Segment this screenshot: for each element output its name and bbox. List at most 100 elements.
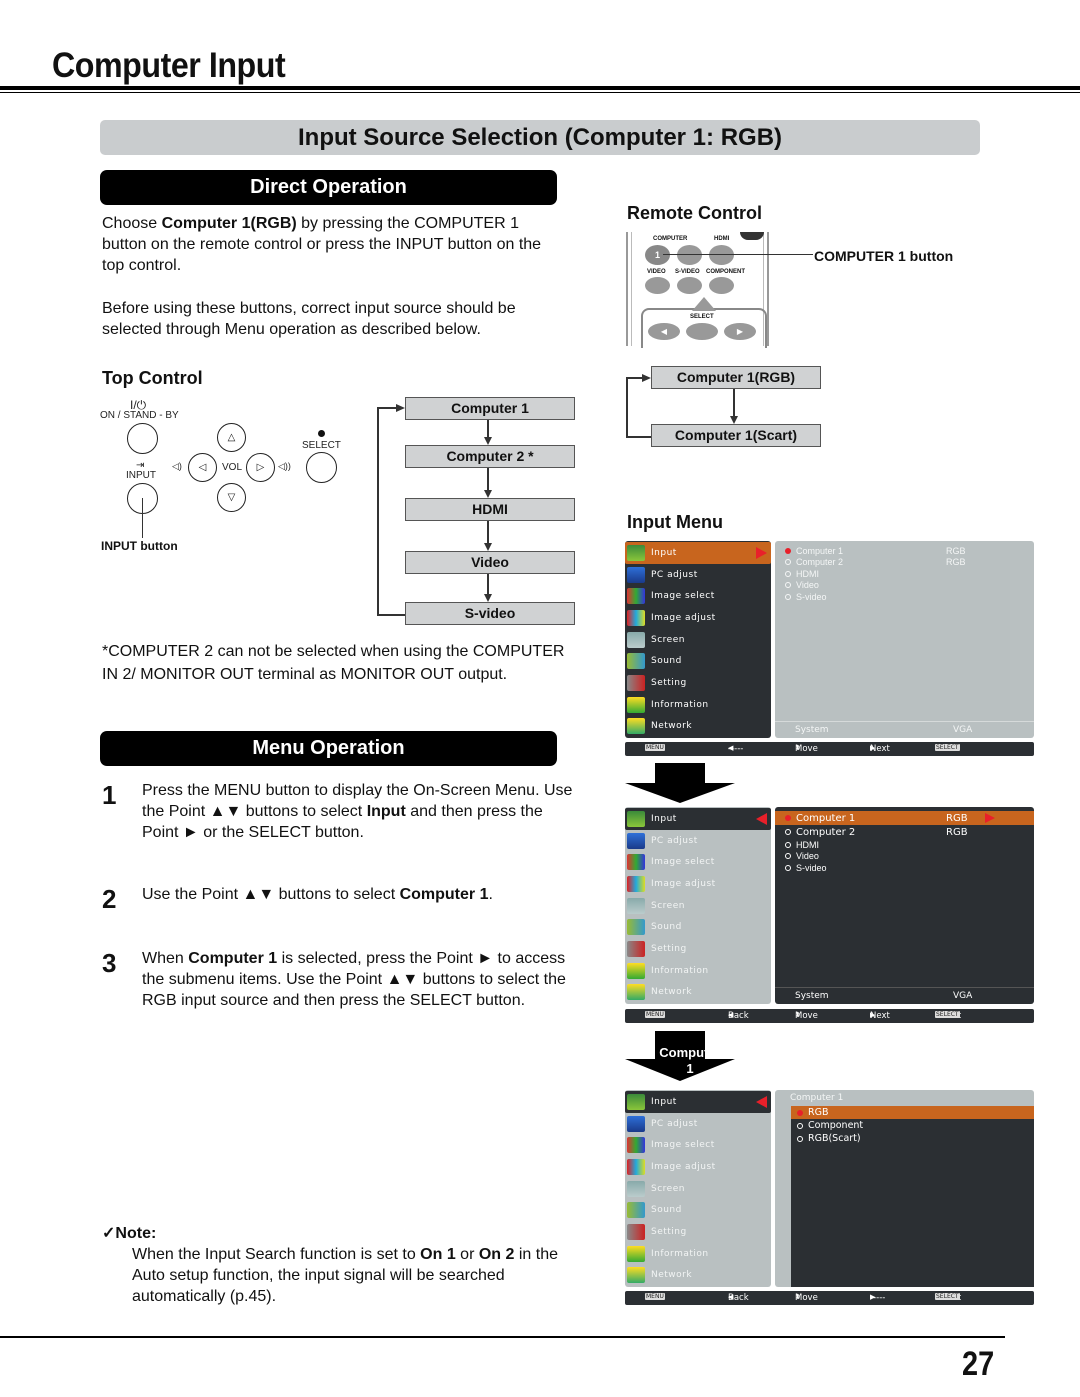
step-text: Use the Point ▲▼ buttons to select Compu…	[142, 884, 577, 905]
source-item[interactable]: Computer 1 RGB	[775, 545, 1034, 557]
pointer-right-icon	[985, 813, 995, 823]
computer-1-key[interactable]: 1	[645, 245, 670, 265]
source-signal: RGB	[946, 826, 968, 838]
remote-edge	[767, 232, 769, 346]
osd-menu-item-screen[interactable]: Screen	[625, 629, 771, 651]
osd-menu-label: Image adjust	[651, 612, 716, 623]
source-item[interactable]: S-video	[775, 862, 1034, 874]
osd-menu-item-pc-adjust[interactable]: PC adjust	[625, 564, 771, 586]
source-item[interactable]: HDMI	[775, 568, 1034, 580]
left-button[interactable]: ◁	[188, 453, 217, 482]
menu-key-icon: MENU	[645, 1293, 665, 1300]
osd-menu-item-pc-adjust[interactable]: PC adjust	[625, 830, 771, 852]
osd-help-item: ◀ -----	[728, 744, 743, 754]
source-item[interactable]: Computer 1 RGB	[775, 811, 1034, 825]
osd-menu-label: Information	[651, 1248, 709, 1259]
direct-para-1: Choose Computer 1(RGB) by pressing the C…	[102, 213, 567, 276]
osd-menu-item-image-select[interactable]: Image select	[625, 1134, 771, 1156]
key-label: 1	[654, 250, 660, 260]
osd-submenu-panel: Computer 1 RGB Component RGB(Scart)	[775, 1090, 1034, 1287]
component-key[interactable]	[709, 277, 734, 294]
hdmi-key[interactable]	[709, 245, 734, 265]
source-item[interactable]: S-video	[775, 591, 1034, 603]
video-key[interactable]	[645, 277, 670, 294]
up-key[interactable]	[692, 297, 716, 311]
osd-menu-item-image-select[interactable]: Image select	[625, 851, 771, 873]
osd-menu-item-image-adjust[interactable]: Image adjust	[625, 873, 771, 895]
osd-menu-item-setting[interactable]: Setting	[625, 1221, 771, 1243]
image-select-icon	[627, 1137, 645, 1154]
osd-help-bar: MENUExit ◀----- ⬍Move ▶Next SELECTNext	[625, 742, 1034, 756]
right-button[interactable]: ▷	[246, 453, 275, 482]
section-title: Input Source Selection (Computer 1: RGB)	[100, 120, 980, 155]
step-number: 2	[102, 884, 117, 914]
osd-menu-label: PC adjust	[651, 835, 698, 846]
select-button[interactable]	[306, 452, 337, 483]
osd-menu-item-information[interactable]: Information	[625, 694, 771, 716]
submenu-option[interactable]: RGB(Scart)	[791, 1132, 1034, 1145]
osd-menu-item-sound[interactable]: Sound	[625, 650, 771, 672]
osd-menu-item-image-select[interactable]: Image select	[625, 585, 771, 607]
osd-menu-label: Image adjust	[651, 878, 716, 889]
osd-menu-item-network[interactable]: Network	[625, 982, 771, 1004]
arrow-right-icon	[642, 374, 651, 382]
select-key[interactable]	[686, 323, 718, 340]
osd-menu-item-setting[interactable]: Setting	[625, 938, 771, 960]
flow-box: Computer 2 *	[405, 445, 575, 468]
osd-menu-label: Input	[651, 1096, 677, 1107]
osd-menu-label: Image select	[651, 1140, 715, 1151]
direct-operation-banner: Direct Operation	[100, 170, 557, 205]
osd-menu-label: Screen	[651, 1183, 685, 1194]
left-key[interactable]: ◀	[648, 323, 680, 340]
osd-menu-item-input[interactable]: Input	[625, 808, 771, 830]
osd-menu-item-sound[interactable]: Sound	[625, 1199, 771, 1221]
power-button[interactable]	[127, 423, 158, 454]
osd-menu-item-input[interactable]: Input	[625, 542, 771, 564]
submenu-option[interactable]: Component	[791, 1119, 1034, 1132]
osd-menu-item-pc-adjust[interactable]: PC adjust	[625, 1113, 771, 1135]
note-label: ✓Note:	[102, 1225, 157, 1242]
remote-callout-line	[663, 254, 813, 255]
source-item[interactable]: Computer 2 RGB	[775, 557, 1034, 569]
source-item[interactable]: Computer 2 RGB	[775, 825, 1034, 839]
osd-menu-item-network[interactable]: Network	[625, 1265, 771, 1287]
osd-help-item: ⬍ Move	[795, 1011, 818, 1021]
source-signal: RGB	[946, 812, 968, 824]
select-key-icon: SELECT	[935, 1011, 960, 1018]
text: or	[455, 1246, 479, 1263]
svideo-key[interactable]	[677, 277, 702, 294]
osd-menu-item-screen[interactable]: Screen	[625, 895, 771, 917]
osd-menu-item-image-adjust[interactable]: Image adjust	[625, 1156, 771, 1178]
computer-2-key[interactable]	[677, 245, 702, 265]
option-name: Component	[808, 1120, 864, 1131]
system-label: System	[795, 991, 829, 1001]
osd-menu-label: Input	[651, 813, 677, 824]
osd-menu-item-setting[interactable]: Setting	[625, 672, 771, 694]
screen-icon	[627, 897, 645, 914]
osd-menu-item-image-adjust[interactable]: Image adjust	[625, 607, 771, 629]
source-name: Computer 1	[796, 812, 856, 824]
pointer-left-icon	[756, 1096, 767, 1108]
radio-empty-icon	[785, 593, 791, 600]
osd-menu-item-sound[interactable]: Sound	[625, 916, 771, 938]
osd-menu-item-information[interactable]: Information	[625, 960, 771, 982]
osd-menu-item-information[interactable]: Information	[625, 1243, 771, 1265]
osd-menu-label: Input	[651, 547, 677, 558]
source-item[interactable]: HDMI	[775, 839, 1034, 851]
osd-menu-item-screen[interactable]: Screen	[625, 1178, 771, 1200]
osd-main-menu: Input PC adjust Image select Image adjust Sc…	[625, 807, 771, 1004]
source-item[interactable]: Video	[775, 580, 1034, 592]
right-key[interactable]: ▶	[724, 323, 756, 340]
sound-icon	[627, 653, 645, 670]
radio-empty-icon	[785, 570, 791, 577]
arrow-down-icon	[730, 416, 738, 424]
osd-menu-item-network[interactable]: Network	[625, 716, 771, 738]
setting-icon	[627, 940, 645, 957]
up-button[interactable]: △	[217, 423, 246, 452]
remote-edge	[631, 232, 632, 346]
submenu-option[interactable]: RGB	[791, 1106, 1034, 1119]
osd-help-item: ▶ -----	[870, 1293, 885, 1303]
down-button[interactable]: ▽	[217, 483, 246, 512]
osd-menu-item-input[interactable]: Input	[625, 1091, 771, 1113]
source-item[interactable]: Video	[775, 851, 1034, 863]
